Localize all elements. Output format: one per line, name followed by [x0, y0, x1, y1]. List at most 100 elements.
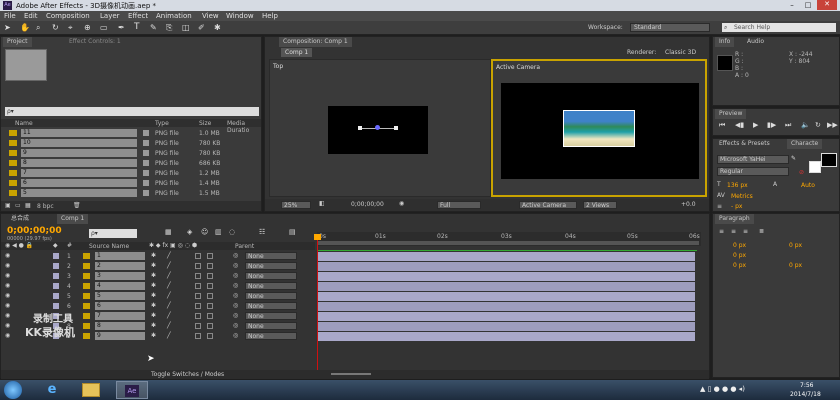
layer-name[interactable]: 5 — [95, 292, 145, 300]
3d-layer-box[interactable] — [207, 323, 213, 329]
shy-icon[interactable]: ☺ — [201, 228, 208, 236]
3d-layer-box[interactable] — [195, 263, 201, 269]
beach-image-layer[interactable] — [563, 110, 635, 147]
camera-dropdown[interactable]: Active Camera — [519, 201, 577, 209]
delete-icon[interactable]: 🗑 — [73, 202, 81, 209]
pickwhip-icon[interactable]: ◎ — [233, 312, 238, 319]
column-type[interactable]: Type — [155, 120, 169, 127]
quality-switch-icon[interactable]: ╱ — [167, 252, 171, 259]
column-name[interactable]: Name — [15, 120, 33, 127]
layer-track-bar[interactable] — [317, 322, 695, 331]
ie-icon[interactable]: e — [44, 382, 60, 398]
column-size[interactable]: Size — [199, 120, 211, 127]
resolution-dropdown[interactable]: Full — [437, 201, 481, 209]
source-name-header[interactable]: Source Name — [89, 243, 129, 250]
tab-preview[interactable]: Preview — [715, 109, 747, 119]
fill-color-swatch[interactable] — [821, 153, 837, 167]
3d-layer-box[interactable] — [207, 313, 213, 319]
layer-track-bar[interactable] — [317, 332, 695, 341]
parent-dropdown[interactable]: None — [245, 282, 297, 290]
table-row[interactable]: ◉ 1 1 ✱ ╱ ◎ None — [1, 252, 315, 261]
mask-tool-icon[interactable]: ▭ — [100, 23, 108, 32]
pickwhip-icon[interactable]: ◎ — [233, 282, 238, 289]
menu-file[interactable]: File — [4, 12, 16, 20]
list-item[interactable]: 5 PNG file 1.5 MB — [1, 189, 261, 198]
pickwhip-icon[interactable]: ◎ — [233, 322, 238, 329]
3d-layer-box[interactable] — [195, 303, 201, 309]
brainstorm-icon[interactable]: ☷ — [259, 228, 265, 236]
list-item[interactable]: 9 PNG file 780 KB — [1, 149, 261, 158]
camera-snap-icon[interactable]: ◉ — [399, 200, 404, 207]
layer-track-bar[interactable] — [317, 282, 695, 291]
stroke-color-swatch[interactable] — [809, 161, 821, 173]
3d-layer-box[interactable] — [207, 273, 213, 279]
quality-switch-icon[interactable]: ╱ — [167, 322, 171, 329]
parent-dropdown[interactable]: None — [245, 292, 297, 300]
zoom-dropdown[interactable]: 25% — [281, 201, 311, 209]
pen-tool-icon[interactable]: ✒ — [118, 23, 125, 32]
last-frame-icon[interactable]: ⏭ — [785, 121, 791, 130]
new-comp-icon[interactable]: ▦ — [25, 202, 31, 209]
menu-layer[interactable]: Layer — [100, 12, 120, 20]
pickwhip-icon[interactable]: ◎ — [233, 292, 238, 299]
quality-switch-icon[interactable]: ╱ — [167, 292, 171, 299]
indent-first-value[interactable]: 0 px — [733, 252, 746, 259]
quality-switch-icon[interactable]: ╱ — [167, 272, 171, 279]
tray-icons[interactable]: ▲ ▯ ● ● ● ◂) — [700, 385, 745, 393]
layer-name[interactable]: 7 — [95, 312, 145, 320]
tab-effects-presets[interactable]: Effects & Presets — [715, 139, 774, 149]
pickwhip-icon[interactable]: ◎ — [233, 332, 238, 339]
time-ruler[interactable]: 0s 01s 02s 03s 04s 05s 06s — [317, 232, 701, 246]
zoom-slider[interactable] — [331, 373, 371, 375]
quality-switch-icon[interactable]: ╱ — [167, 282, 171, 289]
list-item[interactable]: 11 PNG file 1.0 MB — [1, 129, 261, 138]
visibility-eye-icon[interactable]: ◉ — [5, 292, 10, 299]
label-color[interactable] — [53, 263, 59, 269]
ram-preview-icon[interactable]: ▶▶ — [827, 121, 838, 129]
motion-blur-icon[interactable]: ◌ — [229, 228, 235, 236]
tab-main-comp[interactable]: 总合成 — [7, 214, 33, 224]
visibility-eye-icon[interactable]: ◉ — [5, 272, 10, 279]
fx-switch-icon[interactable]: ✱ — [151, 292, 156, 299]
close-button[interactable]: ✕ — [817, 0, 837, 10]
loop-icon[interactable]: ↻ — [815, 121, 821, 129]
list-item[interactable]: 8 PNG file 686 KB — [1, 159, 261, 168]
3d-layer-box[interactable] — [207, 283, 213, 289]
table-row[interactable]: ◉ 5 5 ✱ ╱ ◎ None — [1, 292, 315, 301]
parent-dropdown[interactable]: None — [245, 272, 297, 280]
table-row[interactable]: ◉ 3 3 ✱ ╱ ◎ None — [1, 272, 315, 281]
space-before-value[interactable]: 0 px — [733, 262, 746, 269]
visibility-eye-icon[interactable]: ◉ — [5, 322, 10, 329]
layer-track-bar[interactable] — [317, 302, 695, 311]
timeline-search-input[interactable]: ρ▾ — [89, 229, 137, 238]
pickwhip-icon[interactable]: ◎ — [233, 302, 238, 309]
rotate-tool-icon[interactable]: ↻ — [52, 23, 59, 32]
font-style-dropdown[interactable]: Regular — [717, 167, 789, 176]
type-tool-icon[interactable]: T — [134, 22, 140, 32]
draft-3d-icon[interactable]: ◈ — [187, 228, 192, 236]
layer-name[interactable]: 3 — [95, 272, 145, 280]
tab-audio[interactable]: Audio — [743, 37, 768, 47]
justify-icon[interactable]: ≣ — [759, 228, 764, 235]
3d-layer-box[interactable] — [195, 323, 201, 329]
fx-switch-icon[interactable]: ✱ — [151, 252, 156, 259]
menu-animation[interactable]: Animation — [156, 12, 192, 20]
layer-track-bar[interactable] — [317, 262, 695, 271]
views-dropdown[interactable]: 2 Views — [583, 201, 617, 209]
indent-right-value[interactable]: 0 px — [789, 242, 802, 249]
indent-left-value[interactable]: 0 px — [733, 242, 746, 249]
stroke-width-value[interactable]: - px — [731, 203, 742, 210]
menu-help[interactable]: Help — [262, 12, 278, 20]
3d-layer-box[interactable] — [195, 273, 201, 279]
comp-flowchart-icon[interactable]: ▦ — [165, 228, 172, 236]
tab-paragraph[interactable]: Paragraph — [715, 214, 754, 224]
pickwhip-icon[interactable]: ◎ — [233, 252, 238, 259]
parent-header[interactable]: Parent — [235, 243, 254, 250]
kerning-value[interactable]: Metrics — [731, 193, 753, 200]
fx-switch-icon[interactable]: ✱ — [151, 302, 156, 309]
search-help-field[interactable]: ⌕ Search Help — [722, 23, 836, 32]
quality-switch-icon[interactable]: ╱ — [167, 262, 171, 269]
label-color[interactable] — [53, 293, 59, 299]
graph-editor-icon[interactable]: ▤ — [289, 228, 296, 236]
tab-composition[interactable]: Composition: Comp 1 — [279, 37, 352, 47]
